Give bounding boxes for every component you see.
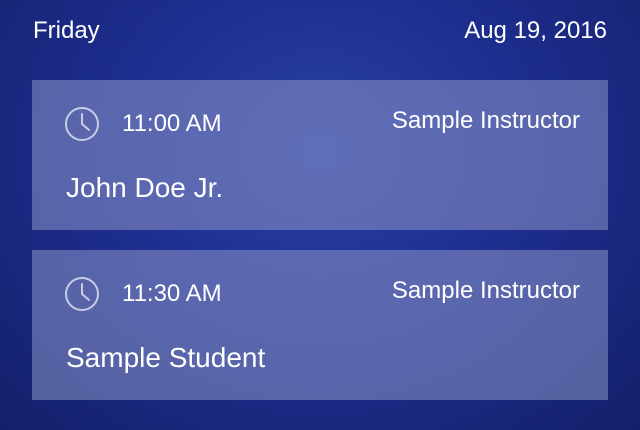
- clock-icon: [64, 106, 100, 142]
- appointment-time: 11:30 AM: [122, 280, 222, 307]
- header: Friday Aug 19, 2016: [33, 16, 607, 46]
- day-label: Friday: [33, 17, 100, 44]
- appointment-student: Sample Student: [66, 342, 266, 373]
- date-label: Aug 19, 2016: [464, 17, 607, 44]
- appointment-instructor: Sample Instructor: [391, 277, 580, 304]
- appointment-student: John Doe Jr.: [66, 172, 224, 203]
- clock-icon: [64, 276, 100, 312]
- appointment-instructor: Sample Instructor: [391, 107, 580, 134]
- appointment-card[interactable]: 11:30 AM Sample Instructor Sample Studen…: [32, 250, 608, 400]
- appointment-card[interactable]: 11:00 AM Sample Instructor John Doe Jr.: [32, 80, 608, 230]
- appointment-time: 11:00 AM: [122, 110, 222, 137]
